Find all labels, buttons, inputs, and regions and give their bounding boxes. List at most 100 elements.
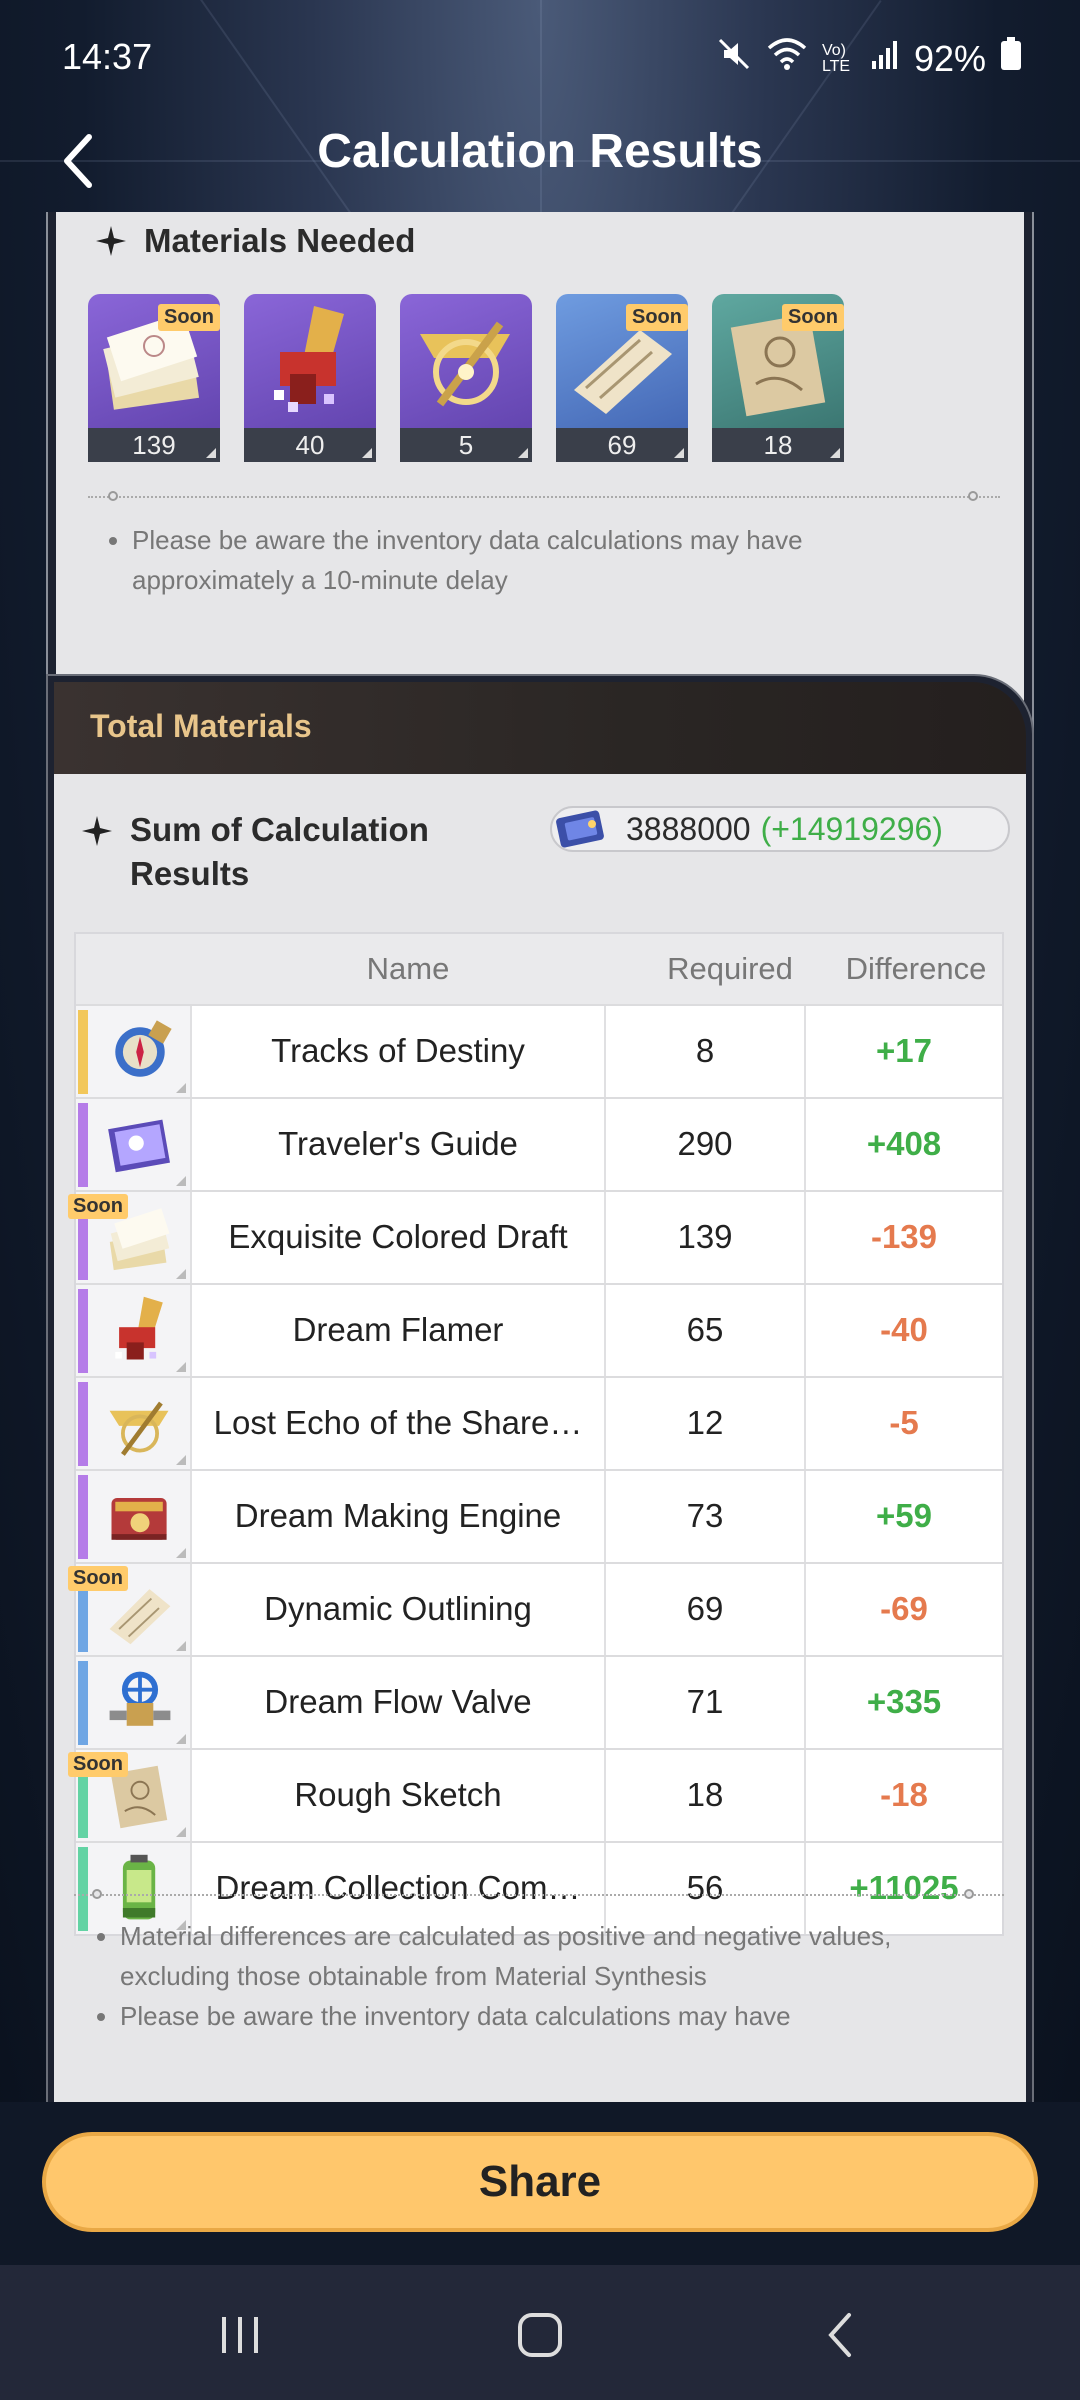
material-icon-cell: [76, 1471, 192, 1562]
material-name: Dream Flamer: [192, 1285, 606, 1376]
page-title: Calculation Results: [317, 125, 763, 178]
material-required: 18: [606, 1750, 806, 1841]
material-difference: +17: [876, 1032, 932, 1069]
material-required: 290: [606, 1099, 806, 1190]
material-difference: -139: [870, 1218, 938, 1255]
sum-pill: 3888000 (+14919296): [550, 806, 1010, 852]
material-difference: -18: [880, 1776, 928, 1813]
material-icon-cell: Soon: [68, 1564, 192, 1655]
sum-value: 3888000: [626, 810, 751, 847]
table-row[interactable]: Tracks of Destiny 8 +17: [76, 1004, 1002, 1097]
status-icons: Vo) LTE 92%: [716, 36, 1022, 81]
soon-badge: Soon: [68, 1566, 128, 1591]
material-icon-cell: [76, 1006, 192, 1097]
material-name: Rough Sketch: [192, 1750, 606, 1841]
home-button[interactable]: [500, 2305, 580, 2365]
rarity-bar: [78, 1382, 88, 1466]
sparkle-icon: [82, 816, 112, 846]
inventory-delay-note: Please be aware the inventory data calcu…: [104, 520, 924, 600]
engine-chest-icon: [111, 1498, 167, 1540]
system-nav-bar: [0, 2265, 1080, 2400]
material-icon-cell: Soon: [68, 1192, 192, 1283]
table-row[interactable]: Soon Rough Sketch 18 -18: [68, 1748, 1002, 1841]
material-difference: -5: [889, 1404, 919, 1441]
material-name: Dream Making Engine: [192, 1471, 606, 1562]
recents-icon: [222, 2317, 258, 2353]
nav-back-button[interactable]: [800, 2305, 880, 2365]
sum-label: Sum of Calculation Results: [130, 811, 429, 892]
material-difference: +408: [866, 1125, 942, 1162]
battery-percent: 92%: [913, 37, 986, 79]
app-header: Calculation Results: [0, 110, 1080, 210]
status-time: 14:37: [62, 36, 153, 77]
material-required: 8: [606, 1006, 806, 1097]
table-row[interactable]: Soon Dynamic Outlining 69 -69: [68, 1562, 1002, 1655]
material-required: 12: [606, 1378, 806, 1469]
soon-badge: Soon: [626, 304, 688, 331]
divider: [74, 1894, 1004, 1896]
material-count: 5: [400, 428, 532, 462]
synthesis-note: Material differences are calculated as p…: [120, 1916, 992, 1996]
soon-badge: Soon: [68, 1752, 128, 1777]
material-count: 69: [556, 428, 688, 462]
material-required: 73: [606, 1471, 806, 1562]
soon-badge: Soon: [68, 1194, 128, 1219]
materials-needed-header: Materials Needed: [96, 222, 415, 260]
material-name: Dynamic Outlining: [192, 1564, 606, 1655]
material-required: 71: [606, 1657, 806, 1748]
material-count: 40: [244, 428, 376, 462]
material-name: Traveler's Guide: [192, 1099, 606, 1190]
valve-icon: [109, 1671, 171, 1726]
sparkle-icon: [96, 226, 126, 256]
total-materials-panel: Total Materials Sum of Calculation Resul…: [46, 674, 1034, 2102]
material-icon-cell: [76, 1657, 192, 1748]
mute-icon: [716, 36, 752, 81]
rarity-bar: [78, 1289, 88, 1373]
rarity-bar: [78, 1010, 88, 1094]
scroll-content[interactable]: Materials Needed Soon 139 40 5 Soon 69 S…: [0, 212, 1080, 2102]
table-header: Name Required Difference: [76, 934, 1002, 1004]
signal-icon: [870, 38, 900, 80]
table-row[interactable]: Soon Exquisite Colored Draft 139 -139: [68, 1190, 1002, 1283]
flamer-icon: [115, 1296, 163, 1360]
table-row[interactable]: Dream Making Engine 73 +59: [76, 1469, 1002, 1562]
back-icon: [828, 2313, 851, 2357]
rarity-bar: [78, 1661, 88, 1745]
column-difference-header: Difference: [845, 951, 987, 986]
soon-badge: Soon: [158, 304, 220, 331]
material-card[interactable]: 40: [244, 294, 376, 462]
recents-button[interactable]: [200, 2305, 280, 2365]
compass-orb-icon: [115, 1020, 172, 1077]
rarity-bar: [78, 1475, 88, 1559]
sum-header: Sum of Calculation Results: [82, 808, 490, 896]
flamer-icon: [274, 306, 344, 412]
material-required: 69: [606, 1564, 806, 1655]
table-row[interactable]: Lost Echo of the Share… 12 -5: [76, 1376, 1002, 1469]
material-card[interactable]: Soon 18: [712, 294, 844, 462]
home-icon: [518, 2313, 562, 2357]
rarity-bar: [78, 1103, 88, 1187]
material-card[interactable]: Soon 139: [88, 294, 220, 462]
column-required-header: Required: [667, 951, 793, 986]
material-card[interactable]: 5: [400, 294, 532, 462]
share-button[interactable]: Share: [42, 2132, 1038, 2232]
soon-badge: Soon: [782, 304, 844, 331]
table-row[interactable]: Dream Flamer 65 -40: [76, 1283, 1002, 1376]
guide-book-icon: [108, 1119, 170, 1173]
material-difference: -40: [880, 1311, 928, 1348]
table-row[interactable]: Dream Flow Valve 71 +335: [76, 1655, 1002, 1748]
material-name: Tracks of Destiny: [192, 1006, 606, 1097]
material-icon-cell: [76, 1378, 192, 1469]
material-icon-cell: [76, 1285, 192, 1376]
material-icon-cell: [76, 1099, 192, 1190]
ticket-icon: [556, 810, 604, 848]
material-card[interactable]: Soon 69: [556, 294, 688, 462]
table-notes: Material differences are calculated as p…: [92, 1916, 992, 2036]
total-materials-header: Total Materials: [54, 682, 1026, 774]
table-row[interactable]: Traveler's Guide 290 +408: [76, 1097, 1002, 1190]
materials-table: Name Required Difference Tracks of Desti…: [68, 932, 1004, 1936]
material-difference: +59: [876, 1497, 932, 1534]
status-bar: 14:37 Vo) LTE 92%: [0, 0, 1080, 110]
material-count: 139: [88, 428, 220, 462]
materials-needed-title: Materials Needed: [144, 222, 416, 259]
